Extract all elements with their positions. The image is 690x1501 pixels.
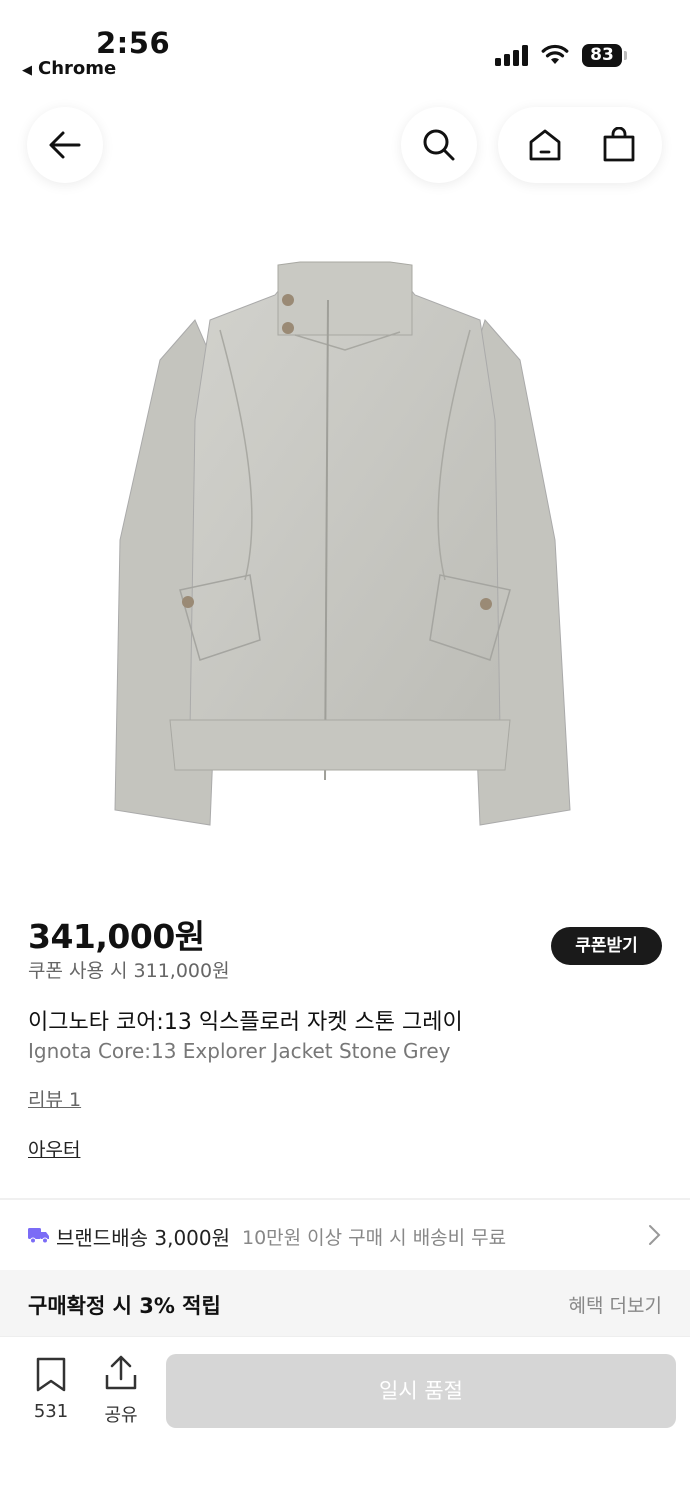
bookmark-icon — [36, 1357, 66, 1392]
review-link[interactable]: 리뷰 1 — [28, 1085, 81, 1112]
back-to-app-link[interactable]: ◀ Chrome — [22, 58, 116, 79]
wifi-icon — [541, 44, 569, 64]
coupon-price: 쿠폰 사용 시 311,000원 — [28, 960, 230, 982]
back-app-label: Chrome — [38, 58, 117, 79]
share-icon — [105, 1355, 137, 1390]
truck-icon — [28, 1228, 49, 1244]
search-button[interactable] — [401, 107, 477, 183]
bookmark-count: 531 — [33, 1401, 69, 1422]
shipping-note: 10만원 이상 구매 시 배송비 무료 — [242, 1227, 507, 1249]
category-link[interactable]: 아우터 — [28, 1135, 80, 1162]
product-name-korean: 이그노타 코어:13 익스플로러 자켓 스톤 그레이 — [28, 1010, 463, 1035]
product-name-english: Ignota Core:13 Explorer Jacket Stone Gre… — [28, 1039, 451, 1063]
arrow-left-icon — [49, 131, 81, 159]
share-button[interactable]: 공유 — [92, 1355, 150, 1426]
benefit-title: 구매확정 시 3% 적립 — [28, 1294, 221, 1318]
product-image[interactable] — [100, 240, 590, 840]
cart-button[interactable] — [584, 107, 654, 183]
battery-indicator: 83 — [582, 44, 622, 67]
sold-out-button[interactable]: 일시 품절 — [166, 1354, 676, 1428]
status-bar: 2:56 ◀ Chrome 83 — [0, 0, 690, 90]
product-price: 341,000원 — [28, 917, 205, 956]
back-triangle-icon: ◀ — [22, 63, 32, 78]
bookmark-button[interactable]: 531 — [22, 1355, 80, 1425]
bottom-action-bar: 531 공유 일시 품절 — [0, 1336, 690, 1501]
back-button[interactable] — [27, 107, 103, 183]
shipping-label: 브랜드배송 3,000원 — [56, 1226, 231, 1250]
home-button[interactable] — [510, 107, 580, 183]
benefit-more-link[interactable]: 혜택 더보기 — [569, 1291, 662, 1318]
search-icon — [423, 129, 455, 161]
share-label: 공유 — [104, 1405, 138, 1426]
shopping-bag-icon — [603, 127, 635, 162]
battery-cap — [624, 51, 627, 60]
get-coupon-button[interactable]: 쿠폰받기 — [551, 927, 662, 965]
chevron-right-icon — [649, 1225, 661, 1245]
cellular-signal-icon — [495, 44, 529, 66]
benefit-row: 구매확정 시 3% 적립 혜택 더보기 — [0, 1270, 690, 1336]
status-time: 2:56 — [96, 26, 171, 60]
home-cart-group — [498, 107, 662, 183]
shipping-info-row[interactable]: 브랜드배송 3,000원 10만원 이상 구매 시 배송비 무료 — [0, 1200, 690, 1270]
home-icon — [529, 129, 561, 161]
